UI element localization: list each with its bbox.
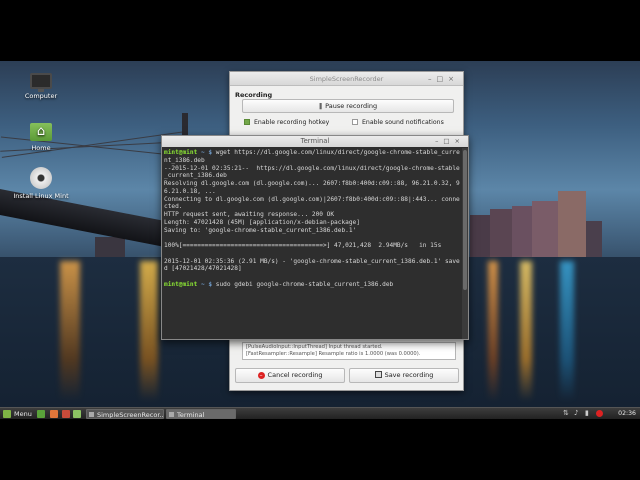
recorder-log[interactable]: [PulseAudioInput::InputThread] Input thr… bbox=[242, 342, 456, 360]
wallpaper-building bbox=[470, 215, 490, 257]
save-recording-label: Save recording bbox=[384, 371, 434, 379]
terminal-prompt-line: mint@mint ~ $ sudo gdebi google-chrome-s… bbox=[164, 281, 460, 289]
terminal-output-line: HTTP request sent, awaiting response... … bbox=[164, 211, 335, 218]
save-icon bbox=[374, 371, 382, 378]
log-line: [PulseAudioInput::InputThread] Input thr… bbox=[246, 344, 383, 350]
window-controls: –□× bbox=[428, 72, 459, 86]
wallpaper-reflection bbox=[140, 261, 158, 401]
record-indicator-icon[interactable] bbox=[596, 410, 603, 417]
recorder-titlebar[interactable]: SimpleScreenRecorder –□× bbox=[230, 72, 463, 86]
terminal-output-line: cted. bbox=[164, 203, 183, 211]
enable-hotkey-label: Enable recording hotkey bbox=[254, 119, 330, 126]
terminal-command: wget https://dl.google.com/linux/direct/… bbox=[215, 149, 460, 156]
terminal-output-line: 2015-12-01 02:35:36 (2.91 MB/s) - 'googl… bbox=[164, 257, 460, 265]
wallpaper-building bbox=[95, 237, 125, 257]
network-icon[interactable]: ⇅ bbox=[563, 410, 570, 417]
terminal-output-line: Length: 47021428 (45M) [application/x-de… bbox=[164, 218, 360, 226]
menu-label: Menu bbox=[14, 410, 32, 418]
save-recording-button[interactable]: Save recording bbox=[349, 368, 459, 383]
files-icon[interactable] bbox=[73, 410, 81, 418]
terminal-launcher-icon[interactable] bbox=[62, 410, 70, 418]
terminal-output-line: Resolving dl.google.com (dl.google.com).… bbox=[164, 180, 460, 187]
cancel-icon: – bbox=[257, 372, 265, 379]
wallpaper-building bbox=[586, 221, 602, 257]
desktop: Computer Home Install Linux Mint SimpleS… bbox=[0, 61, 640, 419]
terminal-output-line: --2015-12-01 02:35:21-- https://dl.googl… bbox=[164, 164, 460, 172]
show-desktop-icon[interactable] bbox=[37, 410, 45, 418]
log-line: [FastResampler::Resample] Resample ratio… bbox=[246, 351, 421, 357]
firefox-icon[interactable] bbox=[50, 410, 58, 418]
desktop-icon-home[interactable]: Home bbox=[6, 123, 76, 152]
wallpaper-building bbox=[512, 206, 532, 257]
terminal-output-line: _current_i386.deb bbox=[164, 172, 227, 180]
recorder-title: SimpleScreenRecorder bbox=[309, 75, 384, 83]
terminal-output-line: Connecting to dl.google.com (dl.google.c… bbox=[164, 195, 460, 203]
checkbox-checked-icon bbox=[244, 119, 250, 125]
wallpaper-building bbox=[532, 201, 558, 257]
close-icon[interactable]: × bbox=[455, 137, 465, 145]
computer-icon bbox=[30, 73, 52, 92]
terminal-command: sudo gdebi google-chrome-stable_current_… bbox=[215, 280, 394, 288]
battery-icon[interactable]: ▮ bbox=[585, 410, 592, 417]
terminal-titlebar[interactable]: Terminal –□× bbox=[162, 136, 468, 147]
minimize-icon[interactable]: – bbox=[428, 75, 437, 83]
enable-hotkey-checkbox[interactable]: Enable recording hotkey bbox=[244, 119, 329, 126]
wallpaper-reflection bbox=[560, 261, 574, 401]
disc-icon bbox=[30, 167, 52, 189]
desktop-icon-label: Install Linux Mint bbox=[13, 192, 69, 200]
window-controls: –□× bbox=[435, 136, 465, 147]
recording-section-heading: Recording bbox=[235, 91, 273, 99]
maximize-icon[interactable]: □ bbox=[437, 75, 449, 83]
wallpaper-reflection bbox=[520, 261, 532, 401]
terminal-window: Terminal –□× mint@mint ~ $ wget https://… bbox=[161, 135, 469, 340]
volume-icon[interactable]: ♪ bbox=[574, 410, 581, 417]
home-folder-icon bbox=[30, 123, 52, 141]
clock[interactable]: 02:36 bbox=[618, 408, 636, 420]
pause-icon: ‖ bbox=[318, 102, 323, 110]
terminal-output-line: d [47021428/47021428] bbox=[164, 265, 242, 273]
desktop-icon-computer[interactable]: Computer bbox=[6, 73, 76, 100]
wallpaper-building bbox=[490, 209, 512, 257]
task-label: SimpleScreenRecor... bbox=[97, 411, 164, 419]
wallpaper-reflection bbox=[488, 261, 498, 401]
taskbar-task-terminal[interactable]: Terminal bbox=[166, 409, 236, 419]
pause-recording-label: Pause recording bbox=[325, 102, 378, 110]
terminal-output-line: nt_i386.deb bbox=[164, 156, 205, 164]
terminal-prompt-line: mint@mint ~ $ wget https://dl.google.com… bbox=[164, 149, 460, 157]
prompt-host: mint@mint bbox=[164, 149, 198, 156]
pause-recording-button[interactable]: ‖ Pause recording bbox=[242, 99, 454, 113]
enable-sound-label: Enable sound notifications bbox=[362, 119, 444, 126]
checkbox-unchecked-icon bbox=[352, 119, 358, 125]
task-label: Terminal bbox=[177, 411, 205, 419]
close-icon[interactable]: × bbox=[448, 75, 459, 83]
wallpaper-building bbox=[558, 191, 586, 257]
enable-sound-checkbox[interactable]: Enable sound notifications bbox=[352, 119, 444, 126]
maximize-icon[interactable]: □ bbox=[443, 137, 454, 145]
prompt-path: ~ $ bbox=[197, 280, 216, 288]
terminal-scrollbar[interactable] bbox=[462, 148, 468, 339]
terminal-output-line: Saving to: 'google-chrome-stable_current… bbox=[164, 226, 357, 234]
terminal-title: Terminal bbox=[300, 137, 330, 145]
desktop-icon-install[interactable]: Install Linux Mint bbox=[6, 167, 76, 200]
desktop-icon-label: Computer bbox=[24, 92, 58, 100]
taskbar: Menu SimpleScreenRecor... Terminal ⇅ ♪ ▮… bbox=[0, 407, 640, 419]
desktop-icon-label: Home bbox=[31, 144, 51, 152]
terminal-output[interactable]: mint@mint ~ $ wget https://dl.google.com… bbox=[162, 148, 462, 339]
terminal-output-line: 100%[===================================… bbox=[164, 242, 442, 249]
menu-button[interactable]: Menu bbox=[2, 409, 32, 419]
taskbar-task-recorder[interactable]: SimpleScreenRecor... bbox=[86, 409, 164, 419]
scrollbar-thumb[interactable] bbox=[463, 150, 467, 290]
prompt-host: mint@mint bbox=[164, 280, 198, 288]
cancel-recording-label: Cancel recording bbox=[267, 371, 323, 379]
wallpaper-reflection bbox=[60, 261, 80, 401]
cancel-recording-button[interactable]: – Cancel recording bbox=[235, 368, 345, 383]
terminal-output-line: 6.21.0.18, ... bbox=[164, 187, 216, 195]
prompt-path: ~ $ bbox=[197, 149, 216, 156]
